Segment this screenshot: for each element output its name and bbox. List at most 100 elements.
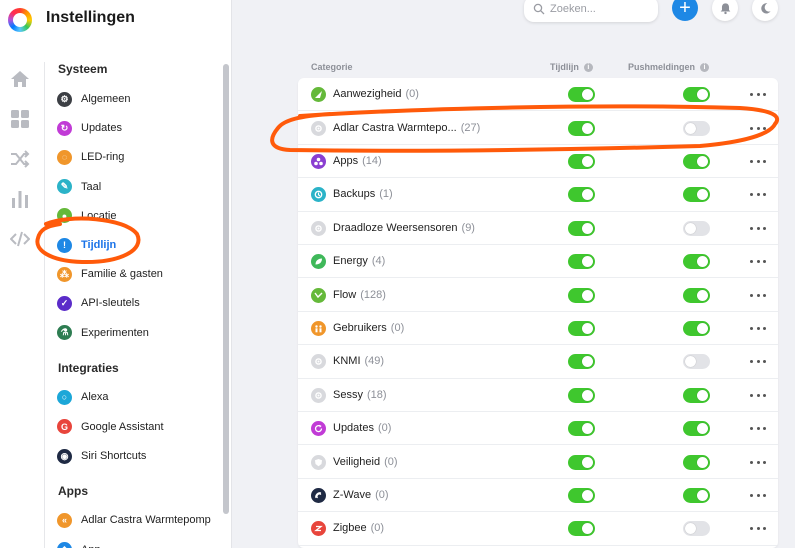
more-options-icon[interactable] <box>750 489 766 501</box>
search-input[interactable] <box>550 3 650 15</box>
sidebar-scrollbar[interactable] <box>223 64 229 514</box>
timeline-toggle[interactable] <box>568 454 595 470</box>
sidebar-item-label: Algemeen <box>81 93 131 105</box>
push-toggle[interactable] <box>683 487 710 503</box>
adlar-icon: « <box>57 512 72 528</box>
category-label: Flow <box>333 288 357 301</box>
sidebar-item-google-assistant[interactable]: G Google Assistant <box>57 417 217 437</box>
category-label: Veiligheid <box>333 455 381 468</box>
refresh-icon: ↻ <box>57 120 72 136</box>
more-options-icon[interactable] <box>750 256 766 268</box>
more-options-icon[interactable] <box>750 456 766 468</box>
category-count: (9) <box>461 221 475 234</box>
timeline-toggle[interactable] <box>568 487 595 503</box>
zwave-icon <box>311 487 326 503</box>
timeline-toggle[interactable] <box>568 153 595 169</box>
table-row: Apps (14) <box>298 145 778 179</box>
push-toggle[interactable] <box>683 87 710 103</box>
category-name: Aanwezigheid (0) <box>333 88 419 100</box>
timeline-toggle[interactable] <box>568 354 595 370</box>
timeline-toggle[interactable] <box>568 521 595 537</box>
sidebar-item-taal[interactable]: ✎ Taal <box>57 177 217 197</box>
timeline-toggle[interactable] <box>568 120 595 136</box>
category-name: Flow (128) <box>333 289 386 301</box>
flask-icon: ⚗ <box>57 325 72 341</box>
push-toggle[interactable] <box>683 187 710 203</box>
app-icon: ◆ <box>57 542 72 548</box>
devices-icon[interactable] <box>9 108 31 130</box>
home-icon[interactable] <box>9 68 31 90</box>
developer-icon[interactable] <box>9 228 31 250</box>
push-toggle[interactable] <box>683 521 710 537</box>
column-header-timeline: Tijdlijn i <box>550 62 593 72</box>
push-toggle[interactable] <box>683 287 710 303</box>
timeline-toggle[interactable] <box>568 87 595 103</box>
push-toggle[interactable] <box>683 421 710 437</box>
timeline-toggle[interactable] <box>568 320 595 336</box>
category-count: (128) <box>360 288 386 301</box>
category-name: Apps (14) <box>333 155 382 167</box>
push-toggle[interactable] <box>683 254 710 270</box>
sidebar-item-adlar-castra-warmtepomp[interactable]: « Adlar Castra Warmtepomp <box>57 510 217 530</box>
category-label: Backups <box>333 188 376 201</box>
add-button[interactable]: + <box>672 0 698 21</box>
gear-icon: ⚙ <box>57 91 72 107</box>
push-toggle[interactable] <box>683 454 710 470</box>
more-options-icon[interactable] <box>750 222 766 234</box>
plus-icon: + <box>679 0 691 19</box>
column-header-category: Categorie <box>311 62 353 72</box>
timeline-toggle[interactable] <box>568 254 595 270</box>
push-toggle[interactable] <box>683 120 710 136</box>
more-options-icon[interactable] <box>750 356 766 368</box>
sidebar-item-api-sleutels[interactable]: ✓ API-sleutels <box>57 293 217 313</box>
search-box[interactable] <box>524 0 658 22</box>
info-icon[interactable]: i <box>583 62 593 72</box>
table-row: Flow (128) <box>298 278 778 312</box>
timeline-toggle[interactable] <box>568 287 595 303</box>
moon-icon <box>760 2 771 14</box>
sidebar-item-label: App <box>81 544 101 548</box>
push-toggle[interactable] <box>683 153 710 169</box>
sidebar-item-led-ring[interactable]: ◌ LED-ring <box>57 147 217 167</box>
nav-section-title: Systeem <box>58 62 108 76</box>
sidebar-item-algemeen[interactable]: ⚙ Algemeen <box>57 89 217 109</box>
more-options-icon[interactable] <box>750 389 766 401</box>
sidebar-item-label: Adlar Castra Warmtepomp <box>81 514 211 526</box>
sidebar-item-label: Updates <box>81 122 122 135</box>
notifications-button[interactable] <box>712 0 738 21</box>
more-options-icon[interactable] <box>750 523 766 535</box>
insights-icon[interactable] <box>9 188 31 210</box>
more-options-icon[interactable] <box>750 122 766 134</box>
ledring-icon: ◌ <box>57 149 72 165</box>
sidebar-item-experimenten[interactable]: ⚗ Experimenten <box>57 323 217 343</box>
more-options-icon[interactable] <box>750 189 766 201</box>
sidebar-item-app[interactable]: ◆ App <box>57 540 217 548</box>
sidebar-item-alexa[interactable]: ○ Alexa <box>57 387 217 407</box>
theme-toggle-button[interactable] <box>752 0 778 21</box>
push-toggle[interactable] <box>683 354 710 370</box>
timeline-toggle[interactable] <box>568 387 595 403</box>
category-label: KNMI <box>333 355 361 368</box>
timeline-toggle[interactable] <box>568 220 595 236</box>
push-toggle[interactable] <box>683 320 710 336</box>
push-toggle[interactable] <box>683 387 710 403</box>
more-options-icon[interactable] <box>750 423 766 435</box>
sidebar-item-tijdlijn[interactable]: ! Tijdlijn <box>57 235 217 255</box>
sidebar-item-siri-shortcuts[interactable]: ◉ Siri Shortcuts <box>57 446 217 466</box>
refresh-icon <box>311 421 326 437</box>
more-options-icon[interactable] <box>750 89 766 101</box>
more-options-icon[interactable] <box>750 322 766 334</box>
sidebar-item-familie-gasten[interactable]: ⁂ Familie & gasten <box>57 264 217 284</box>
sidebar-item-updates[interactable]: ↻ Updates <box>57 118 217 138</box>
more-options-icon[interactable] <box>750 155 766 167</box>
push-toggle[interactable] <box>683 220 710 236</box>
flow-icon[interactable] <box>9 148 31 170</box>
category-name: Energy (4) <box>333 255 385 267</box>
table-row: Adlar Castra Warmtepo... (27) <box>298 111 778 145</box>
table-row: Sessy (18) <box>298 379 778 412</box>
sidebar-item-locatie[interactable]: ● Locatie <box>57 206 217 226</box>
more-options-icon[interactable] <box>750 289 766 301</box>
timeline-toggle[interactable] <box>568 187 595 203</box>
info-icon[interactable]: i <box>700 62 710 72</box>
timeline-toggle[interactable] <box>568 421 595 437</box>
